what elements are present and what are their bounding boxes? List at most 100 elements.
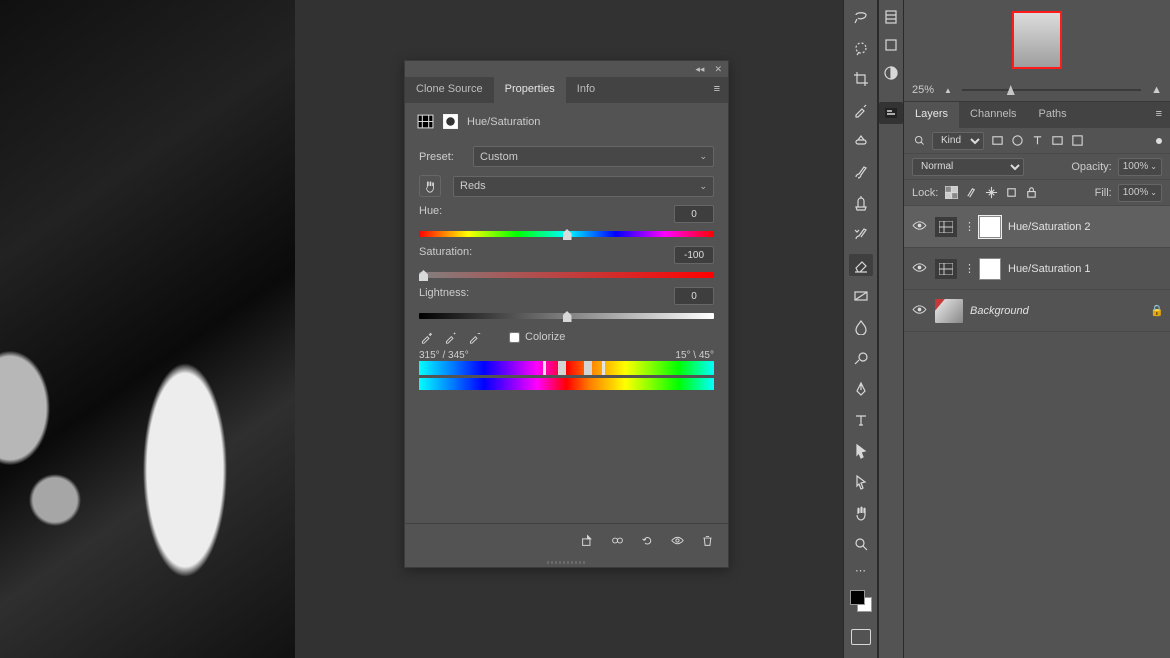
zoom-out-icon[interactable]: ▲ [944, 86, 952, 95]
blend-mode-select[interactable]: Normal [912, 158, 1024, 176]
visibility-icon[interactable] [912, 304, 928, 318]
layer-name[interactable]: Background [970, 305, 1143, 317]
lock-label: Lock: [912, 187, 938, 199]
lightness-input[interactable] [674, 287, 714, 305]
tab-properties[interactable]: Properties [494, 77, 566, 103]
filter-smartobject-icon[interactable] [1070, 134, 1084, 148]
eyedropper-icon[interactable] [419, 330, 433, 344]
range-left: 315° / 345° [419, 350, 469, 361]
layer-thumbnail[interactable] [935, 299, 963, 323]
zoom-in-icon[interactable]: ▲ [1151, 84, 1162, 96]
layer-filter-type[interactable]: Kind [932, 132, 984, 150]
filter-shape-icon[interactable] [1050, 134, 1064, 148]
lasso-tool-icon[interactable] [849, 6, 873, 28]
blur-tool-icon[interactable] [849, 316, 873, 338]
filter-toggle-icon[interactable] [1156, 138, 1162, 144]
dodge-tool-icon[interactable] [849, 347, 873, 369]
channel-dropdown[interactable]: Reds ⌄ [453, 176, 714, 197]
dock-actions-icon[interactable] [879, 34, 903, 56]
document-image [0, 0, 295, 658]
zoom-tool-icon[interactable] [849, 533, 873, 555]
lock-icon[interactable]: 🔒 [1150, 304, 1162, 317]
view-previous-state-icon[interactable] [610, 534, 624, 548]
clone-stamp-tool-icon[interactable] [849, 192, 873, 214]
saturation-input[interactable] [674, 246, 714, 264]
colorize-checkbox[interactable]: Colorize [509, 331, 565, 343]
layer-row[interactable]: Background 🔒 [904, 290, 1170, 332]
type-tool-icon[interactable] [849, 409, 873, 431]
tab-layers[interactable]: Layers [904, 102, 959, 128]
clip-to-layer-icon[interactable] [580, 534, 594, 548]
hue-label: Hue: [419, 205, 442, 223]
panel-resize-grip[interactable] [405, 557, 728, 567]
rectangle-tool-icon[interactable] [849, 471, 873, 493]
eraser-tool-icon[interactable] [849, 254, 873, 276]
collapse-icon[interactable]: ◂◂ [695, 64, 704, 75]
hue-slider[interactable]: Hue: [419, 205, 714, 238]
tab-info[interactable]: Info [566, 77, 606, 103]
mask-link-icon[interactable]: ⋮ [964, 262, 972, 275]
hue-input[interactable] [674, 205, 714, 223]
tool-options-icon[interactable]: ⋯ [855, 564, 866, 577]
dock-properties-icon[interactable] [879, 102, 903, 124]
opacity-field[interactable]: 100%⌄ [1118, 158, 1162, 176]
layer-mask-thumbnail[interactable] [979, 216, 1001, 238]
hand-tool-icon[interactable] [849, 502, 873, 524]
layer-mask-icon [442, 113, 459, 130]
foreground-background-swatch[interactable] [850, 590, 872, 612]
panel-menu-icon[interactable]: ≡ [1148, 102, 1170, 128]
lock-position-icon[interactable] [984, 186, 998, 200]
eyedropper-tool-icon[interactable] [849, 99, 873, 121]
fill-field[interactable]: 100%⌄ [1118, 184, 1162, 202]
pen-tool-icon[interactable] [849, 378, 873, 400]
panel-menu-icon[interactable]: ≡ [706, 77, 728, 103]
range-right: 15° \ 45° [675, 350, 714, 361]
visibility-icon[interactable] [670, 534, 684, 548]
dock-history-icon[interactable] [879, 6, 903, 28]
targeted-adjustment-icon[interactable] [419, 175, 441, 197]
layer-name[interactable]: Hue/Saturation 2 [1008, 221, 1162, 233]
lock-all-icon[interactable] [1024, 186, 1038, 200]
gradient-tool-icon[interactable] [849, 285, 873, 307]
layer-row[interactable]: ⋮ Hue/Saturation 1 [904, 248, 1170, 290]
tab-channels[interactable]: Channels [959, 102, 1027, 128]
layer-row[interactable]: ⋮ Hue/Saturation 2 [904, 206, 1170, 248]
dock-adjustments-icon[interactable] [879, 62, 903, 84]
eyedropper-add-icon[interactable] [443, 330, 457, 344]
history-brush-tool-icon[interactable] [849, 223, 873, 245]
tab-paths[interactable]: Paths [1028, 102, 1078, 128]
visibility-icon[interactable] [912, 262, 928, 276]
layer-name[interactable]: Hue/Saturation 1 [1008, 263, 1162, 275]
visibility-icon[interactable] [912, 220, 928, 234]
lock-transparency-icon[interactable] [944, 186, 958, 200]
layer-mask-thumbnail[interactable] [979, 258, 1001, 280]
navigator-thumbnail[interactable] [1012, 11, 1062, 69]
reset-icon[interactable] [640, 534, 654, 548]
delete-icon[interactable] [700, 534, 714, 548]
zoom-slider[interactable] [962, 89, 1141, 91]
close-icon[interactable]: ✕ [714, 64, 722, 75]
mask-link-icon[interactable]: ⋮ [964, 220, 972, 233]
quick-selection-tool-icon[interactable] [849, 37, 873, 59]
lightness-slider[interactable]: Lightness: [419, 287, 714, 320]
lock-pixels-icon[interactable] [964, 186, 978, 200]
lock-artboard-icon[interactable] [1004, 186, 1018, 200]
brush-tool-icon[interactable] [849, 161, 873, 183]
preset-value: Custom [480, 151, 518, 163]
saturation-slider[interactable]: Saturation: [419, 246, 714, 279]
crop-tool-icon[interactable] [849, 68, 873, 90]
canvas-area[interactable] [0, 0, 295, 658]
eyedropper-subtract-icon[interactable] [467, 330, 481, 344]
filter-type-icon[interactable] [1030, 134, 1044, 148]
tab-clone-source[interactable]: Clone Source [405, 77, 494, 103]
hue-range-strip-top[interactable] [419, 361, 714, 375]
path-selection-tool-icon[interactable] [849, 440, 873, 462]
screen-mode-icon[interactable] [851, 629, 871, 645]
healing-brush-tool-icon[interactable] [849, 130, 873, 152]
filter-adjustment-icon[interactable] [1010, 134, 1024, 148]
opacity-label: Opacity: [1071, 161, 1111, 173]
layers-panel: Layers Channels Paths ≡ Kind Normal Opac… [904, 102, 1170, 658]
zoom-level[interactable]: 25% [912, 84, 934, 96]
filter-pixel-icon[interactable] [990, 134, 1004, 148]
preset-dropdown[interactable]: Custom ⌄ [473, 146, 714, 167]
